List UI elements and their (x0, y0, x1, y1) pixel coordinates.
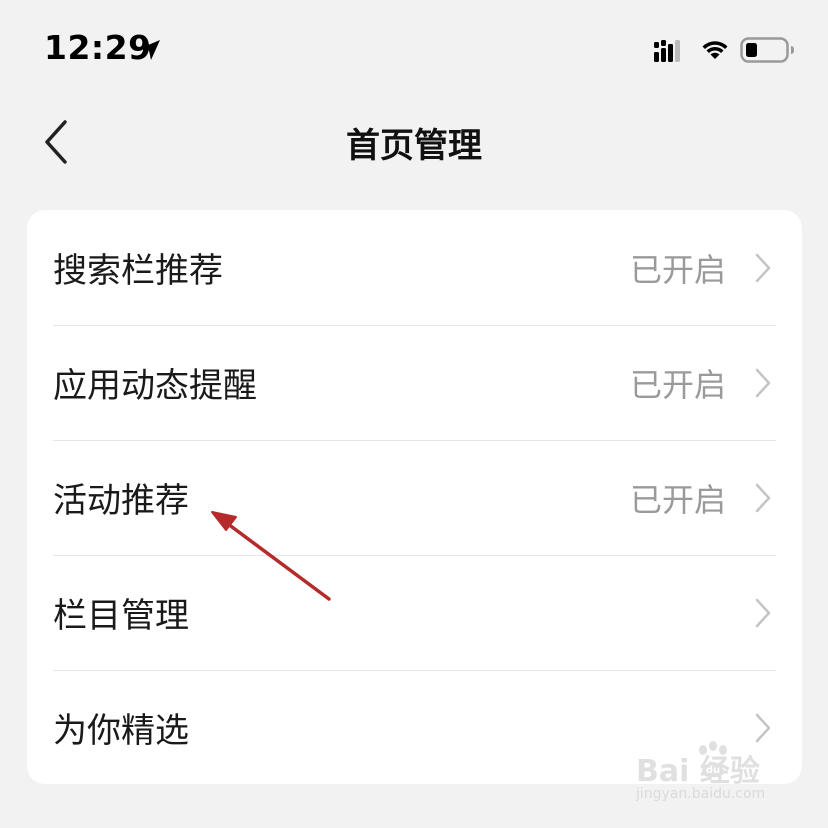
setting-label: 栏目管理 (53, 596, 189, 636)
chevron-right-icon (755, 713, 771, 742)
setting-row-app-activity-reminder[interactable]: 应用动态提醒 已开启 (27, 325, 802, 440)
setting-row-column-management[interactable]: 栏目管理 (27, 555, 802, 670)
watermark-paw-text: du (706, 765, 720, 776)
setting-row-search-bar-recommend[interactable]: 搜索栏推荐 已开启 (27, 210, 802, 325)
setting-label: 活动推荐 (53, 481, 189, 521)
setting-status: 已开启 (629, 250, 726, 289)
navigation-bar: 首页管理 (0, 100, 828, 184)
setting-status: 已开启 (629, 365, 726, 404)
status-bar: 12:29 (0, 0, 828, 100)
chevron-right-icon (755, 368, 771, 397)
chevron-right-icon (755, 598, 771, 627)
baidu-jingyan-watermark: Bai 经验 du jingyan.baidu.com (636, 740, 816, 810)
wifi-icon (702, 41, 728, 59)
watermark-url: jingyan.baidu.com (636, 786, 766, 802)
setting-label: 搜索栏推荐 (53, 251, 223, 291)
setting-label: 为你精选 (53, 711, 189, 751)
cellular-signal-icon (654, 40, 680, 62)
setting-status: 已开启 (629, 480, 726, 519)
baidu-paw-logo-icon: du (699, 741, 727, 778)
location-arrow-icon (140, 40, 160, 60)
chevron-right-icon (755, 483, 771, 512)
settings-card: 搜索栏推荐 已开启 应用动态提醒 已开启 活动推荐 已开启 栏目管理 为你精选 (27, 210, 802, 784)
chevron-right-icon (755, 253, 771, 282)
setting-label: 应用动态提醒 (53, 366, 257, 406)
battery-icon (740, 37, 794, 63)
setting-row-activity-recommend[interactable]: 活动推荐 已开启 (27, 440, 802, 555)
status-time: 12:29 (44, 28, 152, 67)
page-title: 首页管理 (346, 126, 482, 166)
